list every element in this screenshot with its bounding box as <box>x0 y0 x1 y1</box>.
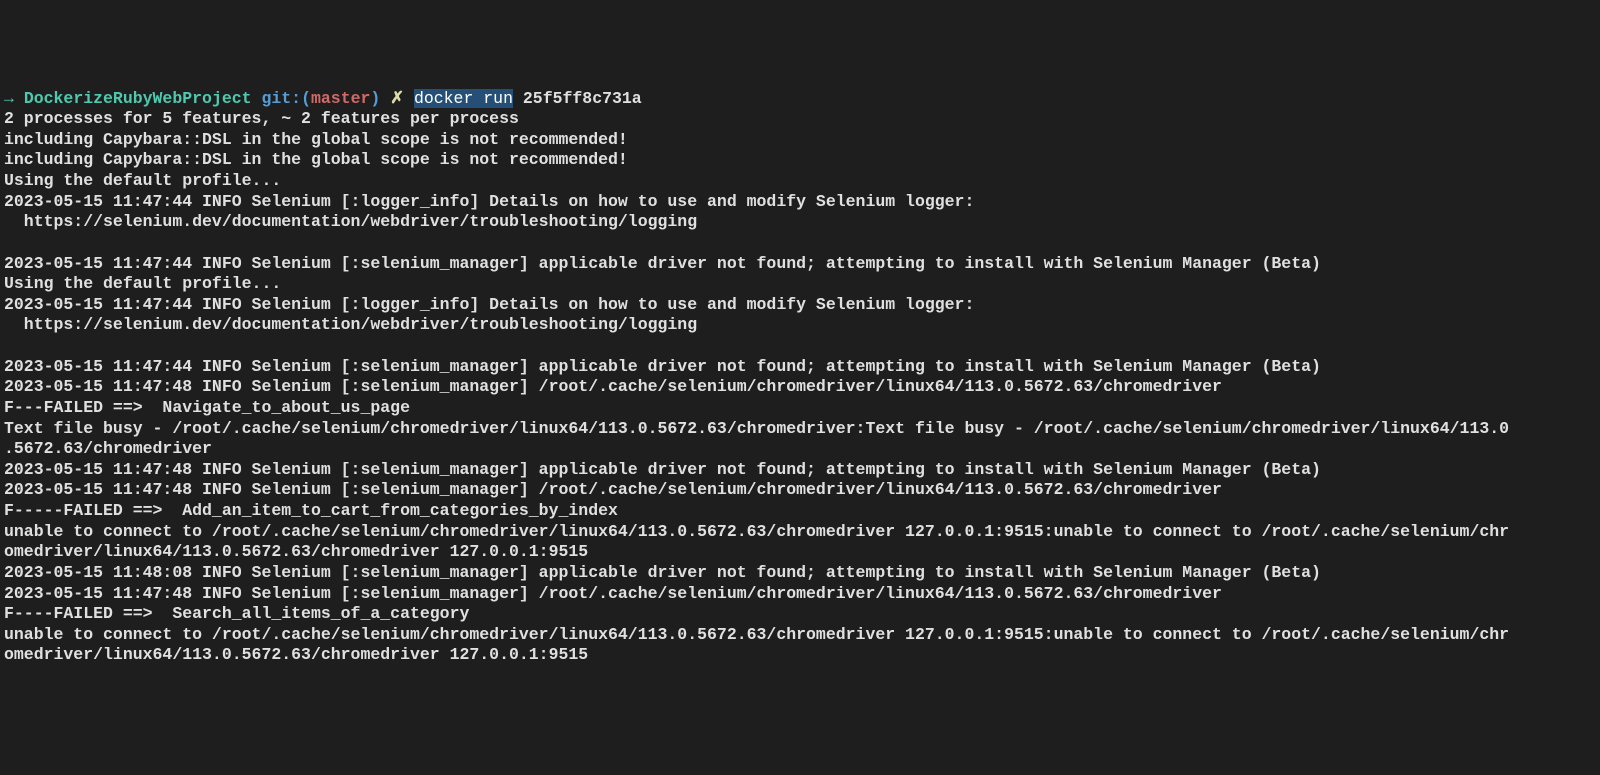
output-line: https://selenium.dev/documentation/webdr… <box>4 315 1596 336</box>
git-close: ) <box>370 89 390 108</box>
output-line: 2023-05-15 11:47:48 INFO Selenium [:sele… <box>4 584 1596 605</box>
output-line: F---FAILED ==> Navigate_to_about_us_page <box>4 398 1596 419</box>
output-line: 2023-05-15 11:47:48 INFO Selenium [:sele… <box>4 377 1596 398</box>
project-name: DockerizeRubyWebProject <box>24 89 252 108</box>
output-line <box>4 233 1596 254</box>
output-line: Text file busy - /root/.cache/selenium/c… <box>4 419 1596 440</box>
output-line: 2 processes for 5 features, ~ 2 features… <box>4 109 1596 130</box>
git-label: git:( <box>252 89 311 108</box>
branch-name: master <box>311 89 370 108</box>
output-line: 2023-05-15 11:48:08 INFO Selenium [:sele… <box>4 563 1596 584</box>
output-line: omedriver/linux64/113.0.5672.63/chromedr… <box>4 645 1596 666</box>
output-line: including Capybara::DSL in the global sc… <box>4 150 1596 171</box>
dirty-mark: ✗ <box>390 89 414 108</box>
output-line: 2023-05-15 11:47:44 INFO Selenium [:sele… <box>4 357 1596 378</box>
selected-command-text[interactable]: docker run <box>414 89 513 108</box>
prompt-line[interactable]: → DockerizeRubyWebProject git:(master) ✗… <box>4 89 1596 110</box>
output-line: unable to connect to /root/.cache/seleni… <box>4 522 1596 543</box>
command-argument: 25f5ff8c731a <box>513 89 642 108</box>
output-line: omedriver/linux64/113.0.5672.63/chromedr… <box>4 542 1596 563</box>
output-line: F----FAILED ==> Search_all_items_of_a_ca… <box>4 604 1596 625</box>
output-line: including Capybara::DSL in the global sc… <box>4 130 1596 151</box>
output-line: F-----FAILED ==> Add_an_item_to_cart_fro… <box>4 501 1596 522</box>
output-line: https://selenium.dev/documentation/webdr… <box>4 212 1596 233</box>
output-line: unable to connect to /root/.cache/seleni… <box>4 625 1596 646</box>
output-line: 2023-05-15 11:47:44 INFO Selenium [:sele… <box>4 254 1596 275</box>
output-line: Using the default profile... <box>4 171 1596 192</box>
terminal-output[interactable]: → DockerizeRubyWebProject git:(master) ✗… <box>4 89 1596 667</box>
output-line: 2023-05-15 11:47:48 INFO Selenium [:sele… <box>4 480 1596 501</box>
prompt-arrow: → <box>4 89 24 108</box>
output-line: 2023-05-15 11:47:44 INFO Selenium [:logg… <box>4 192 1596 213</box>
output-line: .5672.63/chromedriver <box>4 439 1596 460</box>
output-line <box>4 336 1596 357</box>
output-line: Using the default profile... <box>4 274 1596 295</box>
output-line: 2023-05-15 11:47:48 INFO Selenium [:sele… <box>4 460 1596 481</box>
output-line: 2023-05-15 11:47:44 INFO Selenium [:logg… <box>4 295 1596 316</box>
